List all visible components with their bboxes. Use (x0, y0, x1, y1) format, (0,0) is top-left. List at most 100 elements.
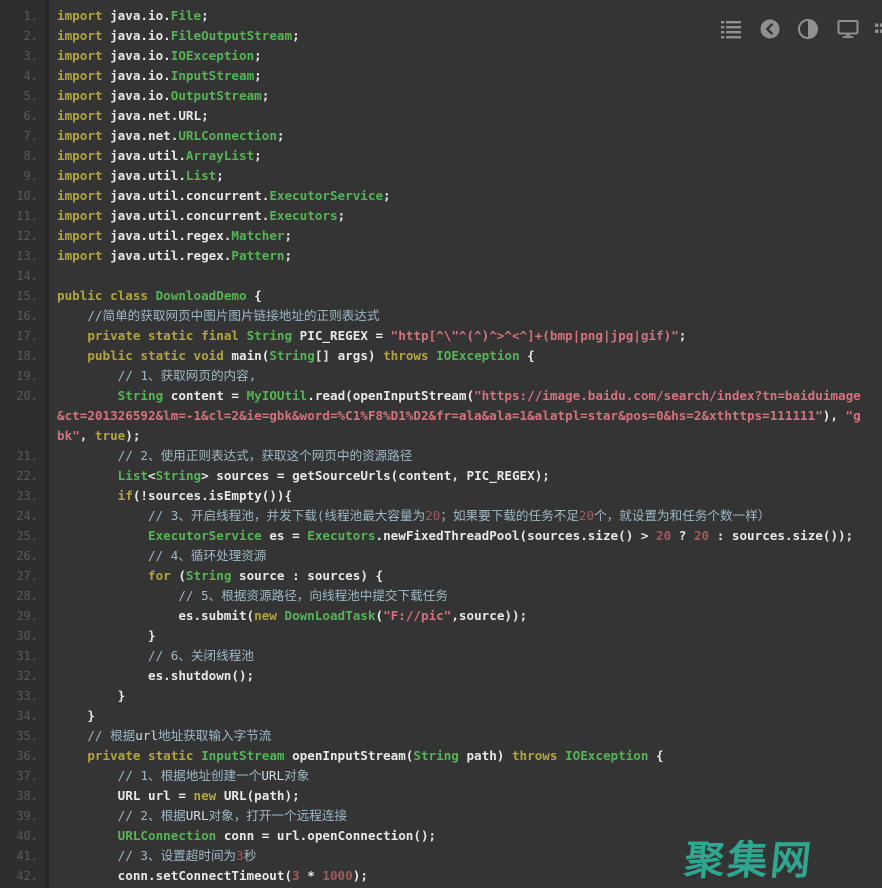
line-number: 25. (0, 526, 46, 546)
line-number: 37. (0, 766, 46, 786)
code-line: 4.import java.io.InputStream; (0, 66, 882, 86)
list-icon[interactable] (720, 18, 742, 40)
line-number: 19. (0, 366, 46, 386)
code-viewer: 1.import java.io.File;2.import java.io.F… (0, 0, 882, 888)
code-line: 38. URL url = new URL(path); (0, 786, 882, 806)
line-number: 10. (0, 186, 46, 206)
code-line: 12.import java.util.regex.Matcher; (0, 226, 882, 246)
code-text: private static final String PIC_REGEX = … (46, 326, 882, 346)
code-text: public class DownloadDemo { (46, 286, 882, 306)
code-line: 21. // 2、使用正则表达式，获取这个网页中的资源路径 (0, 446, 882, 466)
code-line: 3.import java.io.IOException; (0, 46, 882, 66)
code-line: 20. String content = MyIOUtil.read(openI… (0, 386, 882, 406)
code-line: 14. (0, 266, 882, 286)
code-text: import java.io.OutputStream; (46, 86, 882, 106)
monitor-icon[interactable] (837, 18, 859, 40)
line-number: 32. (0, 666, 46, 686)
line-number: 30. (0, 626, 46, 646)
line-number: 35. (0, 726, 46, 746)
code-text: import java.util.ArrayList; (46, 146, 882, 166)
line-number: 41. (0, 846, 46, 866)
line-number: 40. (0, 826, 46, 846)
code-text: // 2、使用正则表达式，获取这个网页中的资源路径 (46, 446, 882, 466)
code-text: for (String source : sources) { (46, 566, 882, 586)
code-line: 33. } (0, 686, 882, 706)
code-line: 11.import java.util.concurrent.Executors… (0, 206, 882, 226)
code-text: } (46, 706, 882, 726)
line-number: 3. (0, 46, 46, 66)
code-line: 29. es.submit(new DownLoadTask("F://pic"… (0, 606, 882, 626)
code-line: 1.import java.io.File; (0, 6, 882, 26)
code-text: //简单的获取网页中图片图片链接地址的正则表达式 (46, 306, 882, 326)
line-number: 31. (0, 646, 46, 666)
code-line: 23. if(!sources.isEmpty()){ (0, 486, 882, 506)
code-line: 2.import java.io.FileOutputStream; (0, 26, 882, 46)
line-number: 23. (0, 486, 46, 506)
code-line: 9.import java.util.List; (0, 166, 882, 186)
code-text: import java.util.regex.Pattern; (46, 246, 882, 266)
line-number: 39. (0, 806, 46, 826)
code-line: 7.import java.net.URLConnection; (0, 126, 882, 146)
code-text: URL url = new URL(path); (46, 786, 882, 806)
code-line: 5.import java.io.OutputStream; (0, 86, 882, 106)
line-number: 15. (0, 286, 46, 306)
code-line: 19. // 1、获取网页的内容, (0, 366, 882, 386)
watermark: 聚集网 (682, 828, 817, 886)
code-line: 27. for (String source : sources) { (0, 566, 882, 586)
line-number: 38. (0, 786, 46, 806)
line-number: 27. (0, 566, 46, 586)
code-line: 18. public static void main(String[] arg… (0, 346, 882, 366)
code-text: import java.util.regex.Matcher; (46, 226, 882, 246)
line-number: 7. (0, 126, 46, 146)
line-number: 28. (0, 586, 46, 606)
code-rows: 1.import java.io.File;2.import java.io.F… (0, 0, 882, 886)
line-number: 29. (0, 606, 46, 626)
line-number: 12. (0, 226, 46, 246)
line-number: 18. (0, 346, 46, 366)
code-text: List<String> sources = getSourceUrls(con… (46, 466, 882, 486)
code-text: bk", true); (46, 426, 882, 446)
code-line: 31. // 6、关闭线程池 (0, 646, 882, 666)
code-line: &ct=201326592&lm=-1&cl=2&ie=gbk&word=%C1… (0, 406, 882, 426)
line-number: 33. (0, 686, 46, 706)
code-text: // 4、循环处理资源 (46, 546, 882, 566)
code-line: 22. List<String> sources = getSourceUrls… (0, 466, 882, 486)
code-text: import java.util.List; (46, 166, 882, 186)
line-number: 6. (0, 106, 46, 126)
contrast-icon[interactable] (797, 18, 819, 40)
code-line: 37. // 1、根据地址创建一个URL对象 (0, 766, 882, 786)
code-text: es.submit(new DownLoadTask("F://pic",sou… (46, 606, 882, 626)
line-number: 11. (0, 206, 46, 226)
code-text: import java.util.concurrent.Executors; (46, 206, 882, 226)
code-line: 39. // 2、根据URL对象，打开一个远程连接 (0, 806, 882, 826)
code-line: 17. private static final String PIC_REGE… (0, 326, 882, 346)
code-text: import java.io.IOException; (46, 46, 882, 66)
code-line: 30. } (0, 626, 882, 646)
code-line: 15.public class DownloadDemo { (0, 286, 882, 306)
code-text: import java.net.URL; (46, 106, 882, 126)
code-line: 13.import java.util.regex.Pattern; (0, 246, 882, 266)
code-text: import java.io.File; (46, 6, 882, 26)
line-number: 1. (0, 6, 46, 26)
code-text: private static InputStream openInputStre… (46, 746, 882, 766)
line-number: 24. (0, 506, 46, 526)
line-number: 36. (0, 746, 46, 766)
code-text: // 2、根据URL对象，打开一个远程连接 (46, 806, 882, 826)
line-number: 13. (0, 246, 46, 266)
code-text: es.shutdown(); (46, 666, 882, 686)
code-text: public static void main(String[] args) t… (46, 346, 882, 366)
code-line: 28. // 5、根据资源路径，向线程池中提交下载任务 (0, 586, 882, 606)
code-line: 36. private static InputStream openInput… (0, 746, 882, 766)
line-number: 9. (0, 166, 46, 186)
code-text: // 1、获取网页的内容, (46, 366, 882, 386)
code-text: // 根据url地址获取输入字节流 (46, 726, 882, 746)
back-circle-icon[interactable] (759, 18, 781, 40)
code-line: 16. //简单的获取网页中图片图片链接地址的正则表达式 (0, 306, 882, 326)
line-number: 8. (0, 146, 46, 166)
line-number: 26. (0, 546, 46, 566)
code-line: 35. // 根据url地址获取输入字节流 (0, 726, 882, 746)
code-text: } (46, 626, 882, 646)
partial-clipped-icon[interactable] (875, 18, 882, 40)
line-number: 22. (0, 466, 46, 486)
code-text: &ct=201326592&lm=-1&cl=2&ie=gbk&word=%C1… (46, 406, 882, 426)
